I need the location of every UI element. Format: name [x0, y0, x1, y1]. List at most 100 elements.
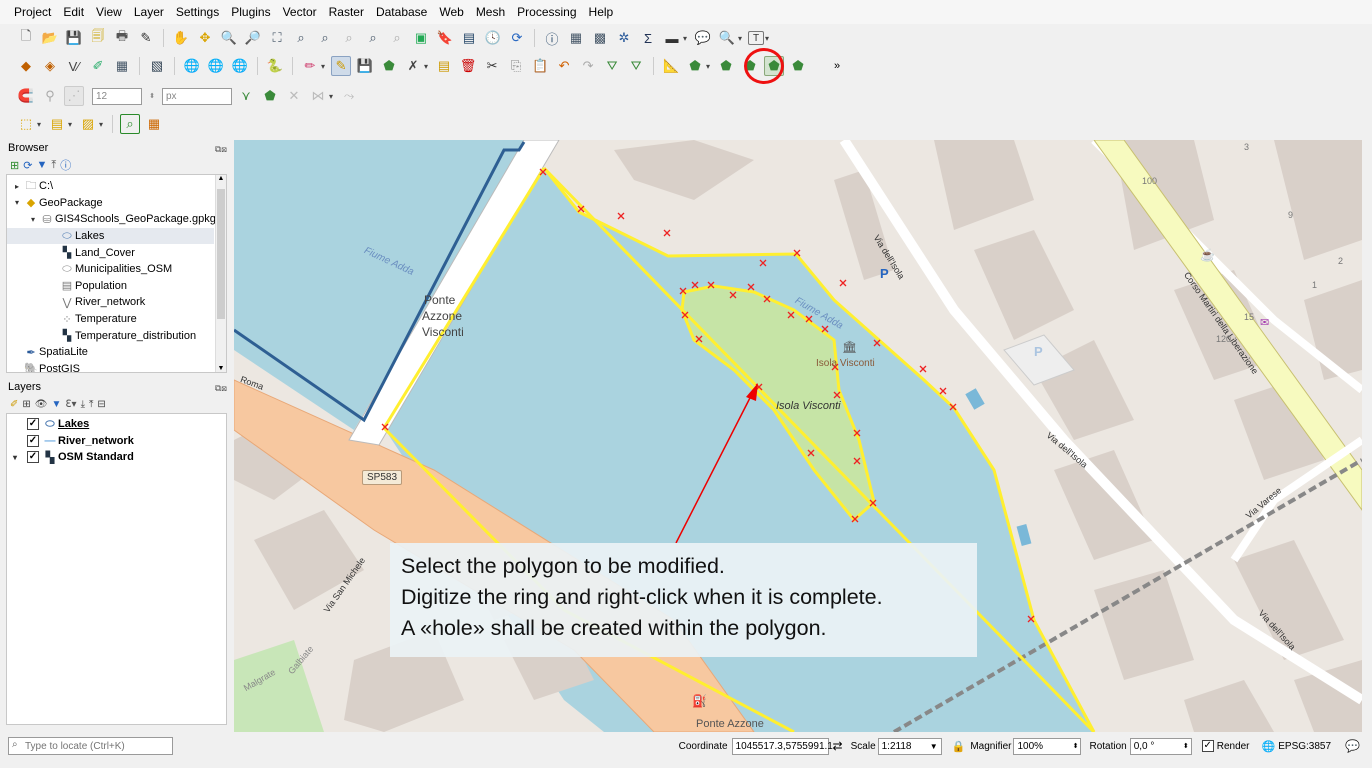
info-icon[interactable]: ⓘ — [60, 157, 71, 173]
select-by-value-icon[interactable]: 🔍 — [717, 28, 737, 48]
browser-item-lakes[interactable]: ⬭ Lakes — [7, 227, 214, 245]
messages-icon[interactable]: 💬 — [1345, 739, 1360, 753]
plugin-icon[interactable]: ▦ — [144, 114, 164, 134]
ruler-icon[interactable]: 📐 — [661, 56, 681, 76]
add-delimited-text-icon[interactable]: V⁄ — [64, 56, 84, 76]
scale-combo[interactable]: 1:2118 ▼ — [877, 737, 942, 755]
filter-icon[interactable]: ▼ — [36, 159, 47, 171]
open-project-icon[interactable]: 📂 — [40, 28, 60, 48]
layer-row-river-network[interactable]: ✓ — River_network — [7, 433, 226, 450]
spinner-icon[interactable]: ⬍ — [146, 86, 158, 106]
browser-item-municipalities[interactable]: ⬭ Municipalities_OSM — [7, 261, 226, 278]
vector-tile-icon[interactable]: ▧ — [147, 56, 167, 76]
layer-row-osm[interactable]: ▾ ✓ ▚ OSM Standard — [7, 449, 226, 466]
panel-close-icon[interactable]: ⧉⊠ — [215, 141, 227, 157]
python-console-icon[interactable]: 🐍 — [265, 56, 285, 76]
menu-layer[interactable]: Layer — [128, 0, 170, 24]
new-project-icon[interactable]: 🗋 — [16, 28, 36, 48]
remove-layer-icon[interactable]: ⊟ — [97, 399, 105, 410]
layer-checkbox[interactable]: ✓ — [27, 434, 39, 447]
bookmark-icon[interactable]: 🔖 — [435, 28, 455, 48]
zoom-in-icon[interactable]: 🔍 — [219, 28, 239, 48]
collapse-icon[interactable]: ▾ — [9, 453, 21, 462]
expand-icon[interactable]: ▸ — [11, 182, 23, 191]
browser-item-geopackage[interactable]: ▾ ◆ GeoPackage — [7, 195, 226, 212]
reshape-icon[interactable]: ⬟ — [716, 56, 736, 76]
select-expression-dropdown-icon[interactable]: ▾ — [68, 120, 72, 129]
intersection-icon[interactable]: ✕ — [284, 86, 304, 106]
unit-select[interactable]: px — [162, 87, 232, 105]
add-group-icon[interactable]: ⊞ — [22, 399, 30, 410]
filter-legend-icon[interactable]: ▼ — [51, 399, 61, 410]
style-manager-icon[interactable]: ✎ — [136, 28, 156, 48]
rotation-spinbox[interactable]: 0,0 ° ⬍ — [1129, 737, 1192, 755]
style-panel-icon[interactable]: ✐ — [10, 399, 18, 410]
browser-scrollbar[interactable]: ▲ ▼ — [215, 175, 226, 372]
deselect-dropdown-icon[interactable]: ▾ — [99, 120, 103, 129]
lock-scale-icon[interactable]: 🔒 — [952, 740, 966, 753]
undo-icon[interactable]: ↶ — [554, 56, 574, 76]
current-edits-icon[interactable]: ✏ — [300, 56, 320, 76]
save-edits-icon[interactable]: 💾 — [355, 56, 375, 76]
measure-icon[interactable]: ▬ — [662, 28, 682, 48]
browser-item-land-cover[interactable]: ▚ Land_Cover — [7, 244, 226, 261]
fill-ring-icon[interactable]: ⬟ — [788, 56, 808, 76]
locator-icon[interactable]: ⌕ — [120, 114, 141, 134]
vertex-tool-icon[interactable]: ✗ — [403, 56, 423, 76]
menu-project[interactable]: Project — [8, 0, 57, 24]
save-as-icon[interactable]: 🗐 — [88, 28, 108, 48]
menu-view[interactable]: View — [90, 0, 128, 24]
delete-selected-icon[interactable]: 🗑 — [458, 56, 478, 76]
menu-vector[interactable]: Vector — [277, 0, 323, 24]
overlap-dropdown-icon[interactable]: ▾ — [329, 92, 333, 101]
print-layout-icon[interactable]: 🖶 — [112, 28, 132, 48]
toggle-editing-icon[interactable]: ✎ — [331, 56, 352, 76]
refresh-icon[interactable]: ⟳ — [23, 159, 32, 172]
browser-item-temperature-distribution[interactable]: ▚ Temperature_distribution — [7, 327, 226, 344]
collapse-icon[interactable]: ▾ — [11, 198, 23, 207]
collapse-all-icon[interactable]: ⤒ — [51, 159, 56, 172]
annotation-dropdown-icon[interactable]: ▾ — [765, 34, 769, 43]
add-selected-icon[interactable]: ⊞ — [10, 159, 19, 172]
browser-item-river-network[interactable]: ⋁ River_network — [7, 294, 226, 311]
browser-item-temperature[interactable]: ⁘ Temperature — [7, 311, 226, 328]
cut-features-icon[interactable]: ✂ — [482, 56, 502, 76]
filter-expression-icon[interactable]: ℇ▾ — [65, 399, 76, 410]
attribute-table-icon[interactable]: ▦ — [566, 28, 586, 48]
select-by-expression-icon[interactable]: ▤ — [47, 114, 67, 134]
shape-digitize-icon[interactable]: ⛛ — [626, 56, 646, 76]
modify-attributes-icon[interactable]: ▤ — [434, 56, 454, 76]
processing-toolbox-icon[interactable]: ✲ — [614, 28, 634, 48]
browser-item-c-drive[interactable]: ▸ 🗀 C:\ — [7, 178, 226, 195]
trace-icon[interactable]: ⚲ — [40, 86, 60, 106]
visibility-icon[interactable]: 👁 — [35, 399, 48, 410]
zoom-native-icon[interactable]: ⌕ — [339, 28, 359, 48]
show-bookmarks-icon[interactable]: ▤ — [459, 28, 479, 48]
collapse-icon[interactable]: ▾ — [27, 215, 39, 224]
select-features-dropdown-icon[interactable]: ▾ — [37, 120, 41, 129]
paste-features-icon[interactable]: 📋 — [530, 56, 550, 76]
move-feature-icon[interactable]: ⬟ — [685, 56, 705, 76]
menu-mesh[interactable]: Mesh — [470, 0, 511, 24]
render-checkbox[interactable]: ✓ — [1201, 740, 1214, 752]
layer-checkbox[interactable]: ✓ — [27, 451, 39, 464]
spinner-icon[interactable]: ⬍ — [1073, 739, 1079, 754]
menu-processing[interactable]: Processing — [511, 0, 582, 24]
menu-database[interactable]: Database — [370, 0, 433, 24]
browser-item-population[interactable]: ▤ Population — [7, 278, 226, 295]
dropdown-arrow-icon[interactable]: ▼ — [930, 739, 938, 754]
zoom-full-icon[interactable]: ⛶ — [267, 28, 287, 48]
text-annotation-icon[interactable]: T — [748, 31, 765, 45]
zoom-layer-icon[interactable]: ⌕ — [315, 28, 335, 48]
new-memory-layer-icon[interactable]: ▦ — [112, 56, 132, 76]
measure-dropdown-icon[interactable]: ▾ — [683, 34, 687, 43]
save-project-icon[interactable]: 💾 — [64, 28, 84, 48]
deselect-icon[interactable]: ▨ — [78, 114, 98, 134]
snapping-icon[interactable]: 🧲 — [16, 86, 36, 106]
select-dropdown-icon[interactable]: ▾ — [738, 34, 742, 43]
menu-settings[interactable]: Settings — [170, 0, 225, 24]
field-calculator-icon[interactable]: ▩ — [590, 28, 610, 48]
browser-item-postgis[interactable]: 🐘 PostGIS — [7, 361, 226, 372]
vertex-dropdown-icon[interactable]: ▾ — [424, 62, 428, 71]
coordinate-field[interactable]: 1045517.3,5755991.1 — [731, 737, 833, 755]
